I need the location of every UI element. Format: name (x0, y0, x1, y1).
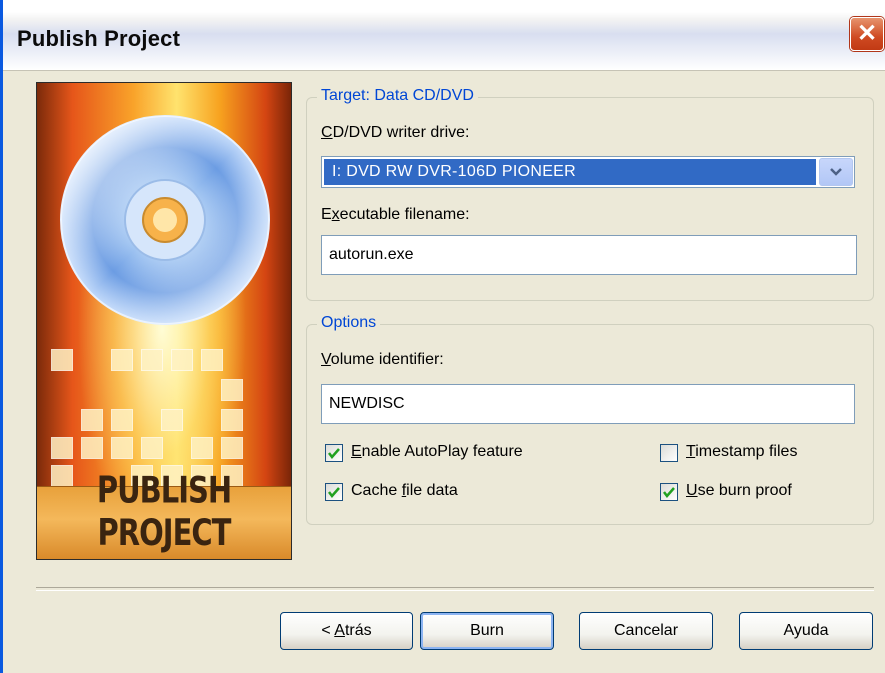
volume-label: Volume identifier: (321, 351, 444, 369)
decor-square (161, 409, 183, 431)
exe-label: Executable filename: (321, 206, 470, 224)
enable-autoplay-label[interactable]: Enable AutoPlay feature (351, 443, 523, 461)
use-burn-proof-checkbox[interactable] (660, 483, 678, 501)
autoplay-text: nable AutoPlay feature (361, 443, 523, 460)
close-icon: ✕ (856, 20, 878, 47)
decor-square (141, 437, 163, 459)
target-legend: Target: Data CD/DVD (317, 87, 478, 105)
exe-label-first: E (321, 206, 332, 223)
timestamp-text: imestamp files (695, 443, 798, 460)
volume-label-text: olume identifier: (330, 351, 444, 368)
decor-square (111, 437, 133, 459)
burn-button[interactable]: Burn (420, 612, 554, 650)
title-bar[interactable]: Publish Project ✕ (3, 0, 885, 71)
drive-label-text: D/DVD writer drive: (332, 124, 470, 141)
volume-label-access-key: V (321, 351, 331, 368)
decor-square (221, 409, 243, 431)
cache-text-pre: Cache (351, 482, 402, 499)
dropdown-button[interactable] (819, 158, 853, 186)
checkmark-icon (328, 448, 340, 459)
drive-label-access-key: C (321, 124, 333, 141)
use-burn-proof-label[interactable]: Use burn proof (686, 482, 792, 500)
decor-square (111, 349, 133, 371)
chevron-down-icon (830, 168, 842, 176)
cache-text: ile data (406, 482, 458, 499)
timestamp-files-label[interactable]: Timestamp files (686, 443, 797, 461)
cache-file-data-label[interactable]: Cache file data (351, 482, 458, 500)
window-title: Publish Project (17, 26, 181, 51)
separator (36, 587, 874, 591)
drive-select-value: I: DVD RW DVR-106D PIONEER (324, 159, 816, 185)
decor-square (171, 349, 193, 371)
back-text: trás (344, 622, 372, 639)
decor-square (141, 349, 163, 371)
executable-filename-input[interactable]: autorun.exe (321, 235, 857, 275)
drive-select[interactable]: I: DVD RW DVR-106D PIONEER (321, 156, 855, 188)
burn-proof-access-key: U (686, 482, 698, 499)
exe-label-access-key: x (331, 206, 340, 223)
sidebar-banner: PUBLISH PROJECT (37, 469, 291, 559)
checkmark-icon (663, 487, 675, 498)
help-button[interactable]: Ayuda (739, 612, 873, 650)
back-button[interactable]: < Atrás (280, 612, 413, 650)
enable-autoplay-checkbox[interactable] (325, 444, 343, 462)
back-access-key: A (334, 622, 345, 639)
decor-square (191, 437, 213, 459)
decor-square (221, 437, 243, 459)
decor-square (221, 379, 243, 401)
cancel-button[interactable]: Cancelar (579, 612, 713, 650)
timestamp-access-key: T (686, 443, 696, 460)
cache-file-data-checkbox[interactable] (325, 483, 343, 501)
decor-square (111, 409, 133, 431)
decor-square (81, 409, 103, 431)
close-button[interactable]: ✕ (850, 17, 884, 51)
decor-square (51, 349, 73, 371)
banner-text: PUBLISH PROJECT (96, 468, 232, 554)
publish-project-dialog: Publish Project ✕ PUBLISH PROJECT Target… (0, 0, 885, 673)
decor-square (81, 437, 103, 459)
sidebar-artwork: PUBLISH PROJECT (36, 82, 292, 560)
back-prefix: < (321, 622, 335, 639)
drive-label: CD/DVD writer drive: (321, 124, 469, 142)
options-legend: Options (317, 314, 381, 332)
exe-label-text: ecutable filename: (339, 206, 470, 223)
volume-identifier-input[interactable]: NEWDISC (321, 384, 855, 424)
timestamp-files-checkbox[interactable] (660, 444, 678, 462)
burn-proof-text: se burn proof (697, 482, 792, 499)
disc-icon (60, 115, 270, 325)
decor-square (51, 437, 73, 459)
decor-square (201, 349, 223, 371)
checkmark-icon (328, 487, 340, 498)
autoplay-access-key: E (351, 443, 362, 460)
